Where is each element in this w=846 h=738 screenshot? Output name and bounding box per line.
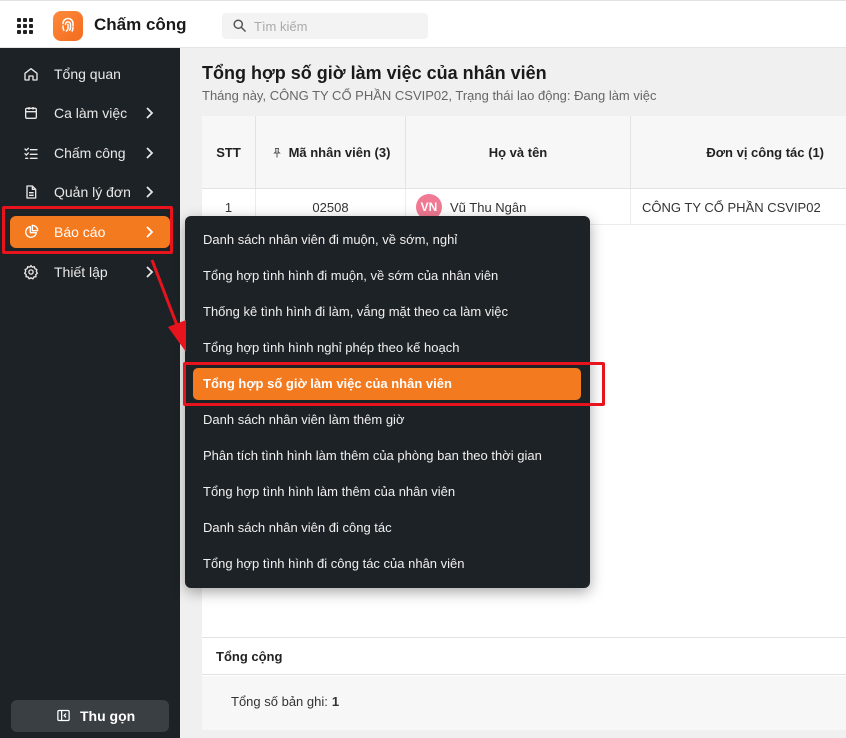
total-row: Tổng cộng bbox=[202, 637, 846, 675]
search-icon bbox=[233, 19, 246, 32]
menu-item-attendance-by-shift[interactable]: Thống kê tình hình đi làm, vắng mặt theo… bbox=[193, 296, 581, 328]
page-subtitle: Tháng này, CÔNG TY CỔ PHẦN CSVIP02, Trạn… bbox=[202, 88, 657, 103]
page-title: Tổng hợp số giờ làm việc của nhân viên bbox=[202, 63, 547, 83]
menu-item-label: Danh sách nhân viên đi công tác bbox=[203, 520, 392, 535]
search-box[interactable] bbox=[222, 13, 428, 39]
sidebar-item-thiet-lap[interactable]: Thiết lập bbox=[10, 256, 170, 288]
menu-item-label: Danh sách nhân viên làm thêm giờ bbox=[203, 412, 405, 427]
collapse-button[interactable]: Thu gọn bbox=[11, 700, 169, 732]
menu-item-label: Thống kê tình hình đi làm, vắng mặt theo… bbox=[203, 304, 508, 319]
employee-name: Vũ Thu Ngân bbox=[450, 199, 527, 215]
column-header-label: Mã nhân viên (3) bbox=[288, 145, 391, 160]
cell-unit: CÔNG TY CỔ PHẦN CSVIP02 bbox=[642, 199, 821, 215]
sidebar-item-label: Ca làm việc bbox=[54, 105, 128, 121]
sidebar-item-label: Thiết lập bbox=[54, 264, 108, 280]
menu-item-late-early-summary[interactable]: Tổng hợp tình hình đi muộn, về sớm của n… bbox=[193, 260, 581, 292]
chevron-right-icon bbox=[146, 186, 154, 198]
app-grid-icon[interactable] bbox=[17, 18, 33, 34]
home-icon bbox=[24, 68, 38, 81]
menu-item-label: Tổng hợp tình hình nghỉ phép theo kế hoạ… bbox=[203, 340, 460, 355]
pin-icon[interactable] bbox=[271, 147, 283, 159]
sidebar-item-label: Tổng quan bbox=[54, 66, 121, 82]
sidebar-item-tong-quan[interactable]: Tổng quan bbox=[10, 58, 170, 90]
total-label: Tổng cộng bbox=[216, 649, 283, 664]
menu-item-late-early-absent-list[interactable]: Danh sách nhân viên đi muộn, về sớm, ngh… bbox=[193, 224, 581, 256]
sidebar: Tổng quan Ca làm việc Chấm công Quản lý … bbox=[0, 48, 180, 738]
menu-item-overtime-list[interactable]: Danh sách nhân viên làm thêm giờ bbox=[193, 404, 581, 436]
chevron-right-icon bbox=[146, 266, 154, 278]
gear-icon bbox=[23, 264, 39, 280]
record-count-value: 1 bbox=[331, 694, 340, 709]
collapse-sidebar-icon bbox=[57, 709, 70, 722]
table-footer: Tổng số bản ghi: 1 bbox=[202, 676, 846, 730]
sidebar-item-ca-lam-viec[interactable]: Ca làm việc bbox=[10, 97, 170, 129]
menu-item-employee-overtime-summary[interactable]: Tổng hợp tình hình làm thêm của nhân viê… bbox=[193, 476, 581, 508]
menu-item-planned-leave-summary[interactable]: Tổng hợp tình hình nghỉ phép theo kế hoạ… bbox=[193, 332, 581, 364]
menu-item-label: Tổng hợp tình hình đi muộn, về sớm của n… bbox=[203, 268, 499, 283]
menu-item-label: Tổng hợp tình hình làm thêm của nhân viê… bbox=[203, 484, 456, 499]
search-input[interactable] bbox=[254, 16, 422, 36]
document-icon bbox=[26, 185, 37, 199]
sidebar-item-quan-ly-don[interactable]: Quản lý đơn bbox=[10, 176, 170, 208]
column-header-unit[interactable]: Đơn vị công tác (1) bbox=[631, 116, 846, 189]
table-header: STT Mã nhân viên (3) Họ và tên Đơn vị cô… bbox=[202, 116, 846, 189]
column-header-full-name[interactable]: Họ và tên bbox=[406, 116, 631, 189]
menu-item-business-trip-list[interactable]: Danh sách nhân viên đi công tác bbox=[193, 512, 581, 544]
app-title: Chấm công bbox=[94, 15, 187, 34]
menu-item-label: Danh sách nhân viên đi muộn, về sớm, ngh… bbox=[203, 232, 458, 247]
collapse-label: Thu gọn bbox=[80, 708, 136, 724]
column-header-stt[interactable]: STT bbox=[202, 116, 256, 189]
record-count: Tổng số bản ghi: 1 bbox=[231, 694, 339, 709]
record-count-label: Tổng số bản ghi: bbox=[231, 694, 328, 709]
chevron-right-icon bbox=[146, 107, 154, 119]
menu-item-department-overtime-analysis[interactable]: Phân tích tình hình làm thêm của phòng b… bbox=[193, 440, 581, 472]
menu-item-label: Tổng hợp tình hình đi công tác của nhân … bbox=[203, 556, 465, 571]
menu-item-business-trip-summary[interactable]: Tổng hợp tình hình đi công tác của nhân … bbox=[193, 548, 581, 580]
chevron-right-icon bbox=[146, 147, 154, 159]
calendar-icon bbox=[25, 107, 37, 119]
checklist-icon bbox=[24, 147, 38, 159]
sidebar-item-label: Quản lý đơn bbox=[54, 184, 131, 200]
sidebar-item-cham-cong[interactable]: Chấm công bbox=[10, 137, 170, 169]
menu-item-label: Phân tích tình hình làm thêm của phòng b… bbox=[203, 448, 542, 463]
top-bar: Chấm công bbox=[0, 0, 846, 48]
sidebar-item-label: Chấm công bbox=[54, 145, 126, 161]
annotation-box-menu-item bbox=[183, 362, 605, 406]
annotation-box-sidebar bbox=[2, 206, 173, 254]
fingerprint-logo-icon bbox=[53, 11, 83, 41]
column-header-employee-code[interactable]: Mã nhân viên (3) bbox=[256, 116, 406, 189]
